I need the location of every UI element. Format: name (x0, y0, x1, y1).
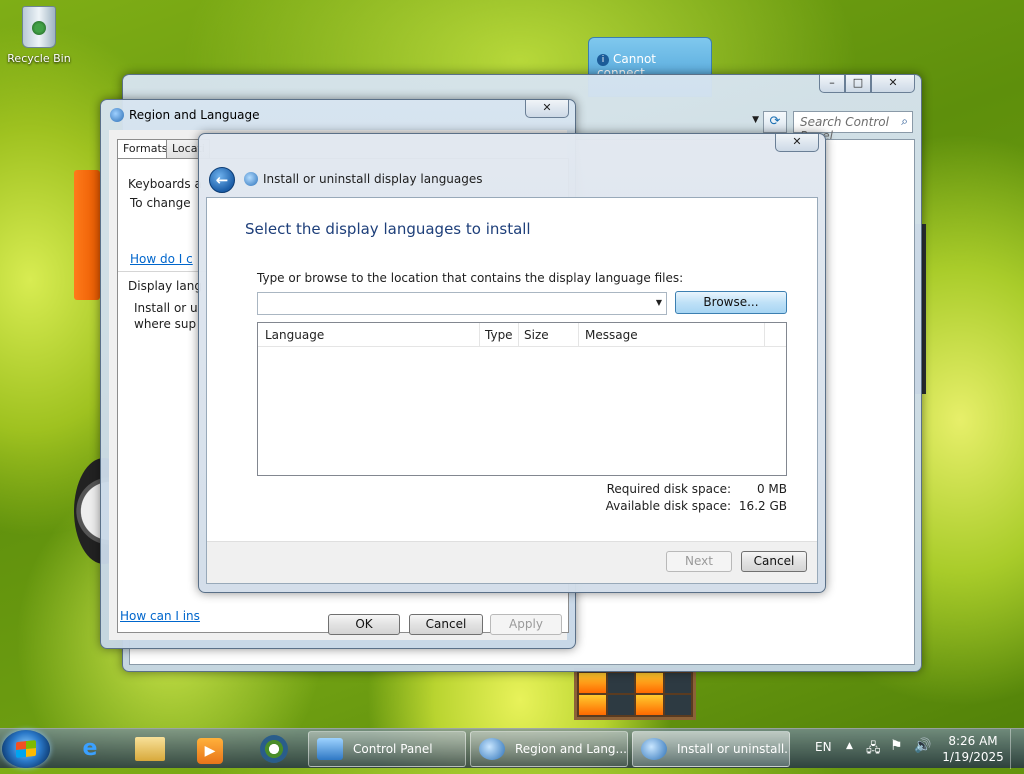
location-input[interactable]: ▼ (257, 292, 667, 315)
taskbar: e ▶ Control Panel Region and Lang... Ins… (0, 728, 1024, 769)
chevron-down-icon: ▼ (655, 298, 662, 307)
page-heading: Select the display languages to install (245, 220, 531, 238)
column-language[interactable]: Language (265, 328, 324, 342)
control-panel-icon (317, 738, 343, 760)
show-desktop-button[interactable] (1010, 729, 1024, 769)
column-separator (578, 323, 579, 347)
internet-explorer-icon[interactable]: e (62, 732, 118, 766)
chevron-down-icon: ▼ (752, 115, 759, 125)
dialog-footer: Next Cancel (207, 541, 817, 583)
clock-date: 1/19/2025 (942, 750, 1004, 764)
media-player-icon[interactable]: ▶ (182, 732, 238, 766)
column-message[interactable]: Message (585, 328, 638, 342)
cancel-button[interactable]: Cancel (409, 614, 483, 635)
recycle-bin-icon (22, 6, 56, 48)
maximize-button[interactable]: □ (845, 75, 871, 93)
apply-button[interactable]: Apply (490, 614, 562, 635)
keyboards-help-link[interactable]: How do I c (130, 252, 193, 266)
language-indicator[interactable]: EN (815, 740, 832, 754)
globe-icon (479, 738, 505, 760)
action-center-flag-icon[interactable]: ⚑ (890, 738, 903, 754)
keyboards-heading: Keyboards a (128, 177, 202, 191)
refresh-icon: ⟳ (769, 114, 781, 129)
back-button[interactable]: ← (209, 167, 235, 193)
taskbar-button-label: Install or uninstall... (677, 742, 790, 756)
browse-button[interactable]: Browse... (675, 291, 787, 314)
network-icon[interactable]: 🖧 (866, 739, 881, 761)
install-languages-window[interactable]: ✕ ← Install or uninstall display languag… (198, 133, 826, 593)
recycle-bin-label: Recycle Bin (7, 52, 71, 65)
address-bar-dropdown[interactable]: ▼ (621, 111, 761, 133)
list-header: Language Type Size Message (258, 323, 786, 347)
volume-icon[interactable]: 🔊 (914, 738, 931, 754)
ok-button[interactable]: OK (328, 614, 400, 635)
window-controls: ✕ (775, 134, 819, 152)
globe-icon (244, 172, 258, 186)
cancel-button[interactable]: Cancel (741, 551, 807, 572)
window-title: Region and Language (129, 108, 260, 122)
taskbar-button-label: Region and Lang... (515, 742, 627, 756)
column-separator (764, 323, 765, 347)
show-hidden-icons-icon[interactable]: ▲ (846, 741, 853, 751)
close-button[interactable]: ✕ (871, 75, 915, 93)
window-controls: – □ ✕ (819, 75, 915, 93)
column-type[interactable]: Type (485, 328, 513, 342)
globe-icon (110, 108, 124, 122)
display-language-heading: Display lang (128, 279, 202, 293)
clock-time: 8:26 AM (948, 734, 998, 748)
required-space-value: 0 MB (756, 482, 787, 496)
location-prompt: Type or browse to the location that cont… (257, 271, 684, 285)
dialog-title: Install or uninstall display languages (263, 172, 483, 186)
picture-puzzle-gadget[interactable] (574, 668, 696, 720)
next-button[interactable]: Next (666, 551, 732, 572)
install-help-link[interactable]: How can I ins (120, 609, 200, 623)
search-icon: ⌕ (901, 114, 908, 128)
display-language-text-2: where sup (134, 317, 197, 331)
info-icon: i (597, 53, 609, 66)
start-button[interactable] (2, 730, 50, 768)
column-separator (479, 323, 480, 347)
refresh-button[interactable]: ⟳ (763, 111, 787, 133)
recycle-bin[interactable]: Recycle Bin (6, 6, 72, 65)
window-controls: ✕ (525, 100, 569, 118)
minimize-button[interactable]: – (819, 75, 845, 93)
file-explorer-icon[interactable] (122, 732, 178, 766)
browser-icon[interactable] (246, 732, 302, 766)
globe-icon (641, 738, 667, 760)
required-space-label: Required disk space: (606, 482, 731, 496)
search-input[interactable]: Search Control Panel ⌕ (793, 111, 913, 143)
clock[interactable]: 8:26 AM 1/19/2025 (942, 733, 1004, 765)
column-size[interactable]: Size (524, 328, 549, 342)
taskbar-button-region-language[interactable]: Region and Lang... (470, 731, 628, 767)
display-language-text: Install or u (134, 301, 198, 315)
taskbar-button-install-languages[interactable]: Install or uninstall... (632, 731, 790, 767)
close-button[interactable]: ✕ (525, 100, 569, 118)
keyboards-text: To change (130, 196, 191, 210)
close-button[interactable]: ✕ (775, 134, 819, 152)
available-space-value: 16.2 GB (738, 499, 787, 513)
dialog-content: Select the display languages to install … (206, 197, 818, 584)
language-list[interactable]: Language Type Size Message (257, 322, 787, 476)
available-space-label: Available disk space: (605, 499, 731, 513)
back-arrow-icon: ← (215, 171, 229, 189)
taskbar-button-control-panel[interactable]: Control Panel (308, 731, 466, 767)
calendar-gadget[interactable] (74, 170, 100, 300)
taskbar-button-label: Control Panel (353, 742, 433, 756)
column-separator (518, 323, 519, 347)
